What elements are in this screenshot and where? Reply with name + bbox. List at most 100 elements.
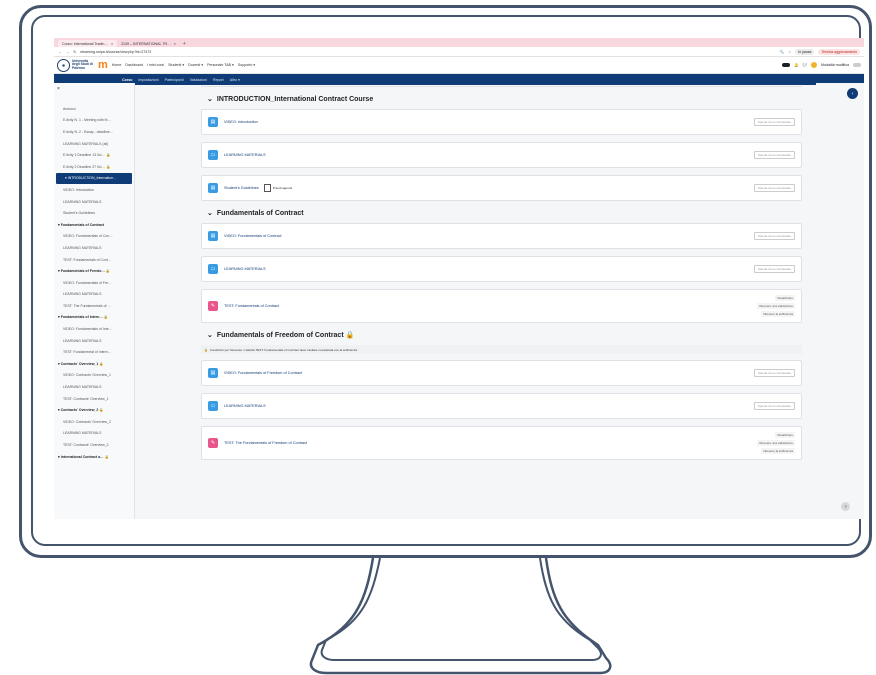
- chevron-left-icon[interactable]: ‹: [847, 88, 858, 99]
- url-field[interactable]: elearning.unipa.it/course/view.php?id=27…: [80, 50, 151, 54]
- course-index-section[interactable]: ▾ Fundamentals of Intern… 🔒: [54, 312, 134, 324]
- course-index-item[interactable]: E-tivity N. 2 - Essay - deadline…: [54, 126, 134, 138]
- course-index-item[interactable]: TEST: Fundamentals of Cont…: [54, 254, 134, 266]
- course-index-item[interactable]: VIDEO: Fundamentals of Inte…: [54, 323, 134, 335]
- course-index-item[interactable]: E-tivity 1 Deadline 13 No… 🔒: [54, 149, 134, 161]
- help-button[interactable]: ?: [841, 502, 850, 511]
- course-index-item[interactable]: E-tivity N. 1 - Meeting with th…: [54, 115, 134, 127]
- course-index-section[interactable]: ▾ Fundamentals of Freedo… 🔒: [54, 265, 134, 277]
- mark-complete-button[interactable]: Spunta come completato: [753, 232, 795, 240]
- tab-settings[interactable]: Impostazioni: [138, 78, 158, 82]
- completion-conditions: Visualizzare Ricevere una valutazione Otte…: [757, 295, 795, 317]
- course-index-item[interactable]: LEARNING MATERIALS: [54, 428, 134, 440]
- course-index-item[interactable]: Annunci: [54, 103, 134, 115]
- tab-grades[interactable]: Valutazioni: [190, 78, 207, 82]
- activity-item[interactable]: ✎ TEST: The Fundamentals of Freedom of Co…: [201, 426, 802, 460]
- site-logo[interactable]: ✺ Università degli Studi di Palermo m: [57, 58, 108, 72]
- mark-complete-button[interactable]: Spunta come completato: [753, 265, 795, 273]
- activity-link[interactable]: Student's Guidelines: [224, 186, 259, 190]
- course-index-item[interactable]: VIDEO: Contracts' Overview_1: [54, 370, 134, 382]
- chevron-down-icon[interactable]: ⌄: [207, 95, 213, 103]
- mark-complete-button[interactable]: Spunta come completato: [753, 118, 795, 126]
- mark-complete-button[interactable]: Spunta come completato: [753, 369, 795, 377]
- activity-item[interactable]: ▭ LEARNING MATERIALS Spunta come completat…: [201, 142, 802, 168]
- activity-link[interactable]: VIDEO: Fundamentals of Contract: [224, 234, 282, 238]
- activity-item[interactable]: ✎ TEST: Fundamentals of Contract Visualizz…: [201, 289, 802, 323]
- close-icon[interactable]: ×: [57, 86, 60, 92]
- activity-link[interactable]: TEST: The Fundamentals of Freedom of Con…: [224, 441, 307, 445]
- avatar[interactable]: [811, 62, 818, 68]
- tab-participants[interactable]: Partecipanti: [165, 78, 184, 82]
- nav-support[interactable]: Supporto ▾: [238, 63, 255, 67]
- activity-item[interactable]: ▤ VIDEO: Fundamentals of Freedom of Contr…: [201, 360, 802, 386]
- nav-home[interactable]: Home: [112, 63, 122, 67]
- browser-tab-2139[interactable]: 2139 – INTERNATIONAL TR… ×: [117, 40, 180, 47]
- take-notes-button[interactable]: Prendi appunti: [263, 184, 292, 192]
- course-index-item[interactable]: VIDEO: Contracts' Overview_2: [54, 416, 134, 428]
- course-index-item[interactable]: TEST: The Fundamentals of …: [54, 300, 134, 312]
- activity-link[interactable]: LEARNING MATERIALS: [224, 267, 266, 271]
- course-index-item[interactable]: Student's Guidelines: [54, 207, 134, 219]
- course-index-item[interactable]: VIDEO: Introduction: [54, 184, 134, 196]
- close-icon[interactable]: ×: [111, 42, 113, 46]
- activity-item[interactable]: ▤ VIDEO: Introduction Spunta come completa…: [201, 109, 802, 135]
- star-icon[interactable]: ☆: [788, 50, 791, 54]
- course-index-section[interactable]: ▾ INTRODUCTION_Internation…: [56, 172, 132, 185]
- back-icon[interactable]: ←: [58, 50, 62, 54]
- browser-tab-course[interactable]: Corso: International Tradin… ×: [58, 40, 118, 47]
- section-title[interactable]: ⌄ Fundamentals of Contract: [207, 209, 802, 218]
- activity-item[interactable]: ▭ LEARNING MATERIALS Spunta come completat…: [201, 256, 802, 282]
- chat-icon[interactable]: 💬: [803, 63, 807, 67]
- course-index-section[interactable]: ▾ Contracts' Overview_2 🔒: [54, 404, 134, 416]
- tab-reports[interactable]: Report: [213, 78, 224, 82]
- right-column: ‹ ?: [816, 83, 864, 519]
- course-index-item[interactable]: E-tivity 2 Deadline 27 No… 🔒: [54, 161, 134, 173]
- tab-course[interactable]: Corso: [122, 78, 132, 82]
- zoom-icon[interactable]: 🔍: [780, 50, 784, 54]
- bell-icon[interactable]: 🔔: [794, 63, 798, 67]
- new-tab-button[interactable]: +: [183, 41, 186, 47]
- edit-mode-toggle[interactable]: [853, 63, 861, 67]
- course-index-item[interactable]: VIDEO: Fundamentals of Con…: [54, 231, 134, 243]
- activity-link[interactable]: LEARNING MATERIALS: [224, 404, 266, 408]
- course-index-item[interactable]: TEST: Contracts' Overview_2: [54, 439, 134, 451]
- activity-item[interactable]: ▤ VIDEO: Fundamentals of Contract Spunta c…: [201, 223, 802, 249]
- mark-complete-button[interactable]: Spunta come completato: [753, 151, 795, 159]
- course-index-item[interactable]: LEARNING MATERIALS: [54, 335, 134, 347]
- activity-item[interactable]: ▤ Student's Guidelines Prendi appunti Spunt…: [201, 175, 802, 201]
- course-index-item[interactable]: LEARNING MATERIALS: [54, 196, 134, 208]
- nav-teachers[interactable]: Docenti ▾: [188, 63, 203, 67]
- mark-complete-button[interactable]: Spunta come completato: [753, 402, 795, 410]
- course-index-item[interactable]: LEARNING MATERIALS: [54, 289, 134, 301]
- chevron-down-icon[interactable]: ⌄: [207, 331, 213, 339]
- activity-link[interactable]: VIDEO: Fundamentals of Freedom of Contra…: [224, 371, 302, 375]
- profile-status-pill[interactable]: In pausa: [795, 48, 815, 55]
- course-index-section[interactable]: ▾ Fundamentals of Contract: [54, 219, 134, 231]
- chevron-down-icon[interactable]: ⌄: [207, 209, 213, 217]
- activity-item[interactable]: ▭ LEARNING MATERIALS Spunta come completat…: [201, 393, 802, 419]
- theme-toggle[interactable]: [782, 63, 791, 67]
- course-index-section[interactable]: ▾ Contracts' Overview_1 🔒: [54, 358, 134, 370]
- activity-link[interactable]: LEARNING MATERIALS: [224, 153, 266, 157]
- reload-icon[interactable]: ↻: [73, 50, 76, 54]
- update-button[interactable]: Termina aggiornamento: [818, 48, 860, 55]
- tab-more[interactable]: Altro ▾: [230, 78, 240, 82]
- nav-students[interactable]: Studenti ▾: [168, 63, 184, 67]
- nav-staff[interactable]: Personale TAB ▾: [207, 63, 234, 67]
- course-index-section[interactable]: ▾ International Contract a… 🔒: [54, 451, 134, 463]
- forward-icon[interactable]: →: [66, 50, 70, 54]
- activity-link[interactable]: VIDEO: Introduction: [224, 120, 258, 124]
- mark-complete-button[interactable]: Spunta come completato: [753, 184, 795, 192]
- nav-dashboard[interactable]: Dashboard: [125, 63, 143, 67]
- section-title[interactable]: ⌄ Fundamentals of Freedom of Contract 🔒: [207, 331, 802, 339]
- course-index-item[interactable]: LEARNING MATERIALS: [54, 242, 134, 254]
- activity-link[interactable]: TEST: Fundamentals of Contract: [224, 304, 279, 308]
- course-index-item[interactable]: LEARNING MATERIALS (all): [54, 138, 134, 150]
- course-index-item[interactable]: TEST: Contracts' Overview_1: [54, 393, 134, 405]
- course-index-item[interactable]: VIDEO: Fundamentals of Fre…: [54, 277, 134, 289]
- nav-my-courses[interactable]: I miei corsi: [147, 63, 164, 67]
- course-index-item[interactable]: TEST: Fundamental of Intern…: [54, 346, 134, 358]
- section-title[interactable]: ⌄ INTRODUCTION_International Contract Cou…: [207, 95, 802, 104]
- close-icon[interactable]: ×: [174, 42, 176, 46]
- course-index-item[interactable]: LEARNING MATERIALS: [54, 381, 134, 393]
